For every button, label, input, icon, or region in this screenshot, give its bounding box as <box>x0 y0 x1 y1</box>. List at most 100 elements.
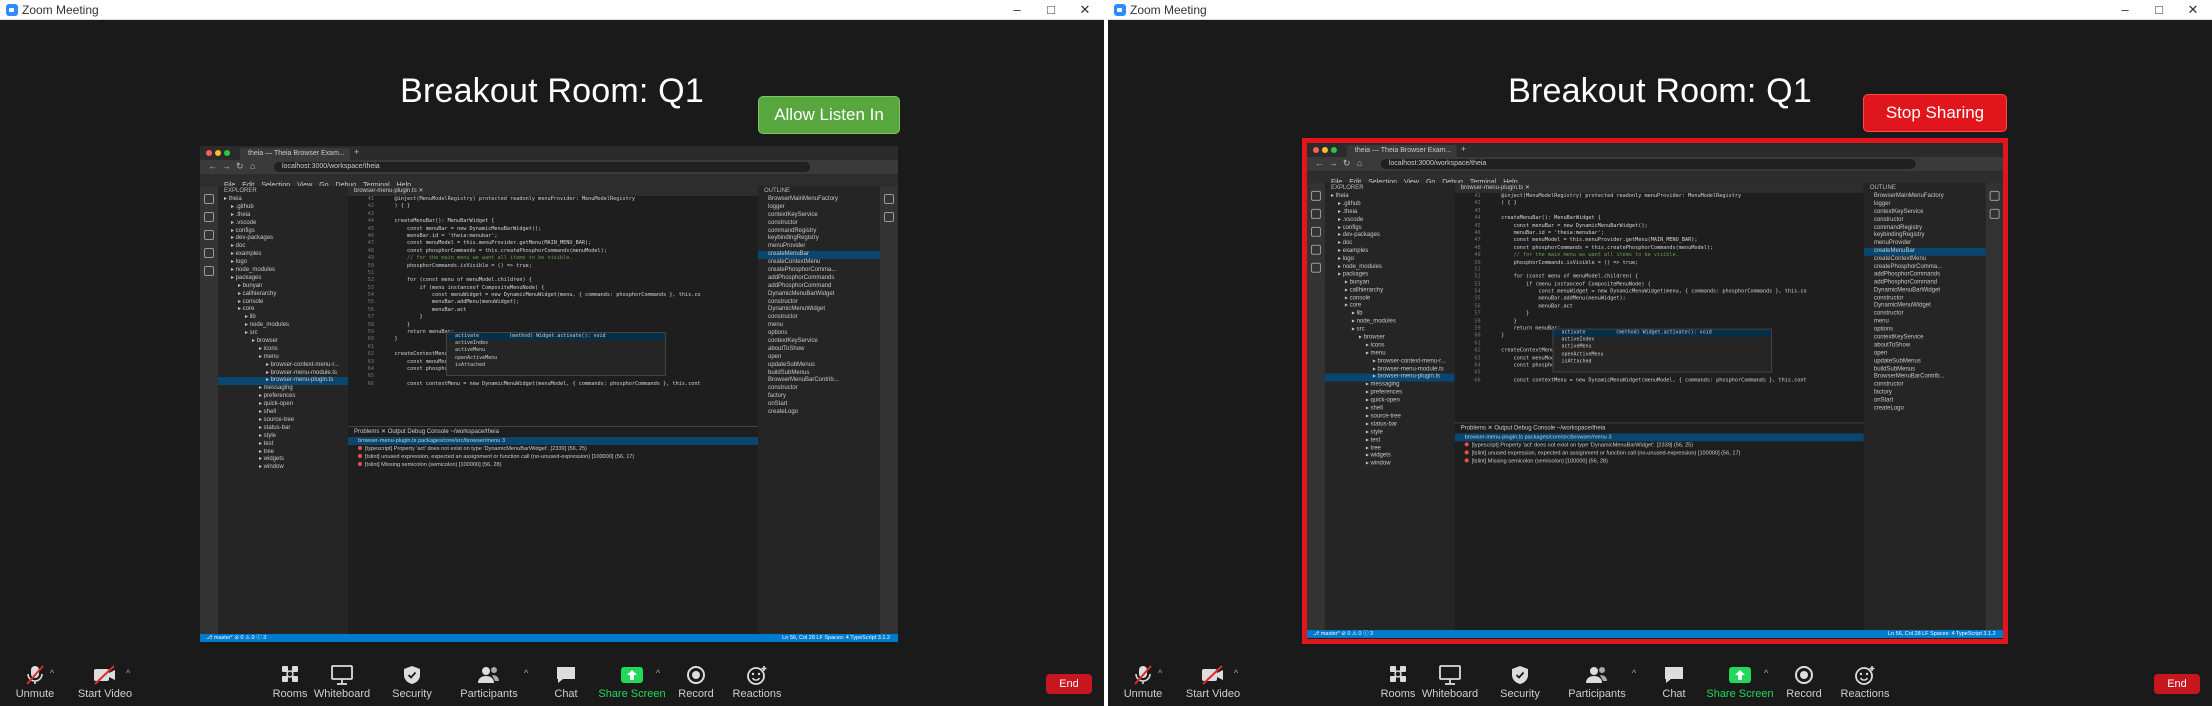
back-icon[interactable]: ← <box>1315 158 1324 168</box>
tree-item[interactable]: ▸ dev-packages <box>218 235 348 243</box>
outline-item[interactable]: constructor <box>758 314 880 322</box>
tree-item[interactable]: ▸ window <box>1325 461 1455 469</box>
tree-item[interactable]: ▸ .theia <box>218 212 348 220</box>
outline-item[interactable]: createPhosphorComma... <box>1864 264 1986 272</box>
tree-item[interactable]: ▸ quick-open <box>218 401 348 409</box>
tree-item[interactable]: ▸ bunyan <box>1325 280 1455 288</box>
outline-item[interactable]: onStart <box>1864 398 1986 406</box>
outline-item[interactable]: DynamicMenuWidget <box>758 306 880 314</box>
outline-item[interactable]: createMenuBar <box>758 251 880 260</box>
tree-item[interactable]: ▸ logo <box>1325 256 1455 264</box>
tree-item[interactable]: ▸ shell <box>218 409 348 417</box>
tree-item[interactable]: ▸ preferences <box>218 393 348 401</box>
tree-item[interactable]: ▸ status-bar <box>218 425 348 433</box>
outline-item[interactable]: logger <box>758 204 880 212</box>
autocomplete-item[interactable]: activeIndex <box>447 340 665 347</box>
outline-item[interactable]: createContextMenu <box>758 259 880 267</box>
outline-item[interactable]: BrowserMainMenuFactory <box>1864 193 1986 201</box>
outline-item[interactable]: options <box>1864 327 1986 335</box>
outline-item[interactable]: contextKeyService <box>758 212 880 220</box>
tree-item[interactable]: ▸ dev-packages <box>1325 232 1455 240</box>
reactions-button[interactable]: Reactions <box>722 664 792 700</box>
shared-screen[interactable]: theia — Theia Browser Exam... + ← → ↻ ⌂ localh… <box>1302 138 2008 644</box>
security-button[interactable]: Security <box>377 664 447 700</box>
tree-item[interactable]: ▸ core <box>1325 303 1455 311</box>
outline-item[interactable]: constructor <box>1864 311 1986 319</box>
tree-item[interactable]: ▸ messaging <box>218 385 348 393</box>
tree-item[interactable]: ▸ configs <box>1325 224 1455 232</box>
tree-item[interactable]: ▸ theia <box>218 196 348 204</box>
browser-tab[interactable]: theia — Theia Browser Exam... <box>1346 144 1457 157</box>
files-icon[interactable] <box>204 194 214 204</box>
url-field[interactable]: localhost:3000/workspace/theia <box>274 162 810 172</box>
outline-item[interactable]: commandRegistry <box>758 228 880 236</box>
files-icon[interactable] <box>1310 190 1321 201</box>
tree-item[interactable]: ▸ logo <box>218 259 348 267</box>
tree-item[interactable]: ▸ test <box>1325 437 1455 445</box>
reactions-button[interactable]: Reactions <box>1830 664 1900 700</box>
tree-item[interactable]: ▸ core <box>218 306 348 314</box>
tree-item[interactable]: ▸ node_modules <box>218 322 348 330</box>
unmute-caret-icon[interactable]: ^ <box>1158 668 1162 678</box>
tree-item[interactable]: ▸ test <box>218 441 348 449</box>
outline-item[interactable]: keybindingRegistry <box>1864 232 1986 240</box>
outline-item[interactable]: contextKeyService <box>1864 335 1986 343</box>
outline-item[interactable]: createLogo <box>758 409 880 417</box>
tree-item[interactable]: ▸ theia <box>1325 193 1455 201</box>
tree-item[interactable]: ▸ doc <box>218 243 348 251</box>
outline-item[interactable]: DynamicMenuBarWidget <box>1864 287 1986 295</box>
outline-item[interactable]: aboutToShow <box>1864 343 1986 351</box>
outline-item[interactable]: constructor <box>1864 217 1986 225</box>
debug-icon[interactable] <box>204 248 214 258</box>
tree-item[interactable]: ▸ widgets <box>1325 453 1455 461</box>
outline-item[interactable]: constructor <box>1864 295 1986 303</box>
reload-icon[interactable]: ↻ <box>236 161 244 172</box>
window-dot[interactable] <box>206 150 212 156</box>
end-meeting-button[interactable]: End <box>1046 674 1092 694</box>
autocomplete-item[interactable]: isAttached <box>1554 358 1772 365</box>
tree-item[interactable]: ▸ widgets <box>218 456 348 464</box>
tree-item[interactable]: ▸ browser-menu-module.ts <box>1325 366 1455 374</box>
record-button[interactable]: Record <box>661 664 731 700</box>
close-button[interactable]: ✕ <box>2176 0 2210 20</box>
tree-item[interactable]: ▸ browser-menu-plugin.ts <box>1324 374 1455 382</box>
shared-screen[interactable]: theia — Theia Browser Exam... + ← → ↻ ⌂ localh… <box>200 146 898 642</box>
unmute-button[interactable]: Unmute <box>1108 664 1178 700</box>
autocomplete-item[interactable]: activate (method) Widget.activate(): voi… <box>1553 329 1772 337</box>
outline-item[interactable]: constructor <box>758 299 880 307</box>
end-meeting-button[interactable]: End <box>2154 674 2200 694</box>
autocomplete-item[interactable]: activeMenu <box>1554 344 1772 351</box>
share-caret-icon[interactable]: ^ <box>656 668 660 678</box>
outline-item[interactable]: buildSubMenus <box>1864 366 1986 374</box>
stop-sharing-button[interactable]: Stop Sharing <box>1863 94 2007 132</box>
forward-icon[interactable]: → <box>1329 158 1338 168</box>
tree-item[interactable]: ▸ node_modules <box>1325 319 1455 327</box>
tree-item[interactable]: ▸ status-bar <box>1325 421 1455 429</box>
outline-item[interactable]: options <box>758 330 880 338</box>
debug-icon[interactable] <box>1310 244 1321 255</box>
whiteboard-button[interactable]: Whiteboard <box>307 664 377 700</box>
tree-item[interactable]: ▸ shell <box>1325 406 1455 414</box>
tree-item[interactable]: ▸ .theia <box>1325 209 1455 217</box>
window-dot[interactable] <box>1312 146 1319 153</box>
outline-item[interactable]: menuProvider <box>1864 240 1986 248</box>
allow-listen-in-button[interactable]: Allow Listen In <box>758 96 900 134</box>
outline-item[interactable]: logger <box>1864 201 1986 209</box>
outline-item[interactable]: createPhosphorComma... <box>758 267 880 275</box>
problem-item[interactable]: [tslint] unused expression, expected an … <box>348 453 758 461</box>
tree-item[interactable]: ▸ .vscode <box>1325 217 1455 225</box>
problem-item[interactable]: browser-menu-plugin.ts packages/core/src… <box>348 437 758 445</box>
outline-item[interactable]: addPhosphorCommands <box>758 275 880 283</box>
url-field[interactable]: localhost:3000/workspace/theia <box>1380 158 1916 169</box>
new-tab-icon[interactable]: + <box>354 147 359 157</box>
tree-item[interactable]: ▸ packages <box>1325 272 1455 280</box>
browser-tab[interactable]: theia — Theia Browser Exam... <box>240 148 350 160</box>
tree-item[interactable]: ▸ console <box>1325 295 1455 303</box>
tree-item[interactable]: ▸ .github <box>218 204 348 212</box>
outline-item[interactable]: buildSubMenus <box>758 370 880 378</box>
tree-item[interactable]: ▸ menu <box>1325 350 1455 358</box>
tree-item[interactable]: ▸ messaging <box>1325 382 1455 390</box>
outline-item[interactable]: constructor <box>758 220 880 228</box>
tree-item[interactable]: ▸ browser-menu-module.ts <box>218 370 348 378</box>
tree-item[interactable]: ▸ icons <box>218 346 348 354</box>
